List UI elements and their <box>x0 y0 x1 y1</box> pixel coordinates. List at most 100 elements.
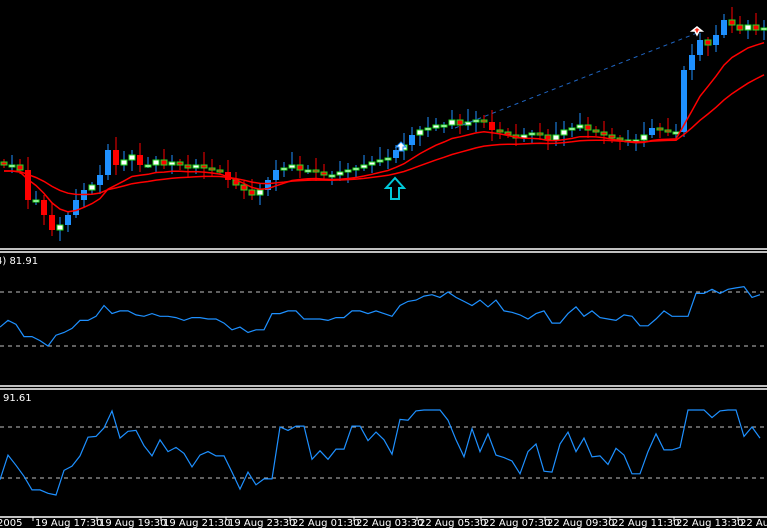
bullish-candle <box>97 175 103 185</box>
bullish-candle <box>528 132 536 136</box>
bearish-candle <box>160 159 168 166</box>
bearish-candle <box>584 124 592 131</box>
time-axis-label: 22 Aug 09:30 <box>547 518 615 528</box>
bullish-candle <box>721 20 727 35</box>
bearish-candle <box>728 19 736 26</box>
bearish-candle <box>496 129 504 133</box>
time-axis-label: 19 Aug 23:30 <box>228 518 296 528</box>
bullish-candle <box>697 40 703 55</box>
time-axis-label: 19 Aug 19:30 <box>99 518 167 528</box>
indicator1-value-label: 4) 81.91 <box>0 256 39 267</box>
bearish-candle <box>137 155 143 165</box>
bullish-candle <box>8 164 16 168</box>
bearish-candle <box>0 161 8 166</box>
bearish-candle <box>200 164 208 169</box>
bullish-candle <box>328 174 336 178</box>
bearish-candle <box>320 171 328 176</box>
bearish-candle <box>248 189 256 196</box>
bullish-candle <box>409 135 415 145</box>
bearish-candle <box>544 134 552 141</box>
time-axis-label: 22 Aug 07:30 <box>483 518 551 528</box>
bullish-candle <box>120 159 128 166</box>
bullish-candle <box>448 119 456 126</box>
bearish-candle <box>296 164 304 171</box>
bullish-candle <box>273 170 279 180</box>
bullish-candle <box>713 35 719 45</box>
indicator2-value-label: 91.61 <box>3 393 32 404</box>
time-axis-label: 22 Aug 11:30 <box>612 518 680 528</box>
bullish-candle <box>360 164 368 169</box>
bullish-candle <box>280 167 288 171</box>
bullish-candle <box>128 154 136 161</box>
time-axis-label: 22 Aug <box>740 518 767 528</box>
bullish-candle <box>88 184 96 191</box>
bearish-candle <box>608 134 616 139</box>
bullish-candle <box>65 215 71 225</box>
bullish-candle <box>393 150 399 158</box>
bullish-candle <box>344 169 352 173</box>
bullish-candle <box>689 55 695 70</box>
indicator1-line <box>0 285 761 347</box>
bearish-candle <box>664 129 672 133</box>
time-axis-label: 19 Aug 17:30 <box>35 518 103 528</box>
bullish-candle <box>105 150 111 175</box>
bearish-candle <box>656 127 664 131</box>
bearish-candle <box>216 169 224 173</box>
time-axis-label: 2005 <box>0 518 23 528</box>
bullish-candle <box>744 24 752 31</box>
bearish-candle <box>41 200 47 215</box>
bullish-candle <box>649 128 655 135</box>
bearish-candle <box>592 129 600 133</box>
bullish-candle <box>672 131 680 135</box>
bearish-candle <box>456 119 464 126</box>
trading-chart-window: 4) 81.91 91.61 2005 19 Aug 17:30 19 Aug … <box>0 0 767 528</box>
bearish-candle <box>176 161 184 166</box>
bullish-candle <box>384 157 392 161</box>
bullish-candle <box>416 129 424 136</box>
bullish-candle <box>760 27 767 31</box>
bullish-candle <box>152 159 160 166</box>
bullish-candle <box>424 127 432 131</box>
bearish-candle <box>704 39 712 46</box>
bullish-candle <box>168 161 176 166</box>
bullish-candle <box>288 164 296 169</box>
time-axis-label: 22 Aug 01:30 <box>292 518 360 528</box>
moving-average-line <box>4 41 765 213</box>
bullish-candle <box>640 134 648 141</box>
bullish-candle <box>56 224 64 231</box>
bullish-candle <box>440 124 448 128</box>
bearish-candle <box>489 122 495 130</box>
bullish-candle <box>576 124 584 129</box>
bullish-candle <box>32 199 40 203</box>
bullish-candle <box>73 200 79 215</box>
price-chart-canvas[interactable] <box>0 0 767 528</box>
bearish-candle <box>752 24 760 31</box>
bullish-candle <box>432 124 440 129</box>
bearish-candle <box>600 131 608 136</box>
bullish-candle <box>376 159 384 163</box>
time-axis-label: 22 Aug 03:30 <box>356 518 424 528</box>
bullish-candle <box>352 167 360 171</box>
bullish-candle <box>336 171 344 176</box>
bearish-candle <box>736 24 744 31</box>
trendline <box>454 32 698 129</box>
signal-arrow-up-icon <box>383 176 407 200</box>
bullish-candle <box>144 164 152 168</box>
bullish-candle <box>304 169 312 173</box>
bearish-candle <box>184 164 192 169</box>
bullish-candle <box>560 129 568 136</box>
bullish-candle <box>552 134 560 141</box>
bullish-candle <box>568 127 576 131</box>
time-axis-label: 19 Aug 21:30 <box>163 518 231 528</box>
time-axis-label: 22 Aug 13:30 <box>676 518 744 528</box>
bullish-candle <box>192 164 200 169</box>
bearish-candle <box>312 169 320 173</box>
bearish-candle <box>536 132 544 136</box>
indicator2-line <box>0 409 761 496</box>
bullish-candle <box>256 189 264 196</box>
bearish-candle <box>16 164 24 171</box>
bearish-candle <box>113 150 119 165</box>
bearish-candle <box>49 215 55 230</box>
bearish-candle <box>240 184 248 191</box>
bullish-candle <box>472 119 480 123</box>
